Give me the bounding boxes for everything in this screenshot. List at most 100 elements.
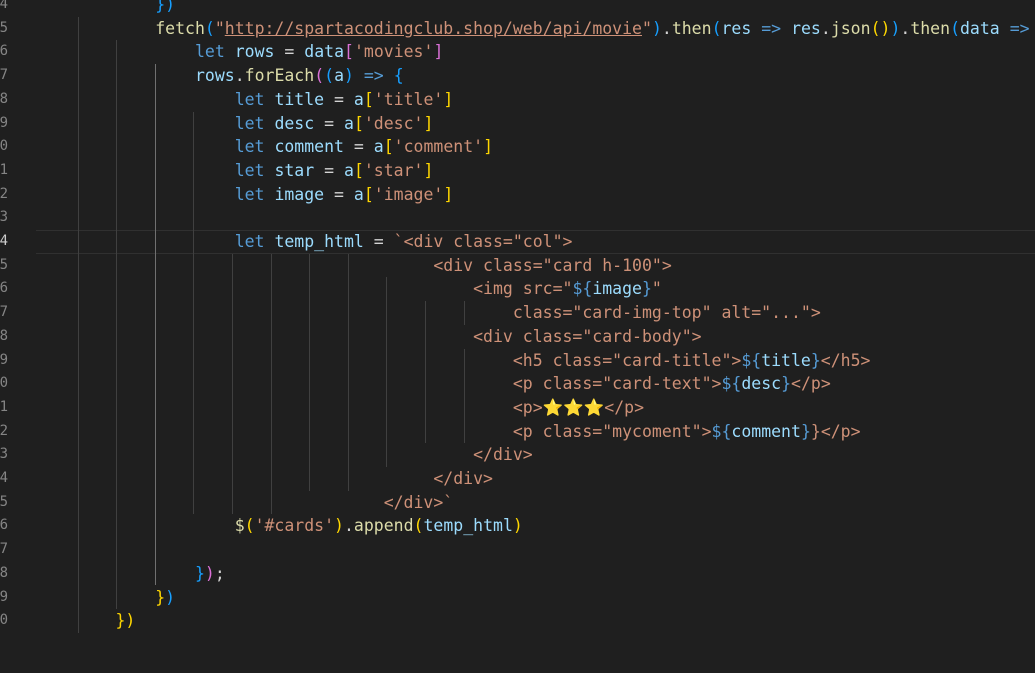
code-text: <div class="card h-100"> — [36, 254, 671, 278]
code-line[interactable]: 8 }); — [0, 562, 1035, 586]
code-token: [ — [383, 137, 394, 157]
code-token: 'title' — [373, 89, 444, 109]
code-text: }) — [36, 609, 135, 633]
code-token: desc — [274, 113, 315, 133]
code-token: let — [234, 137, 265, 157]
code-token: </p> — [820, 421, 861, 441]
code-text: <p>⭐⭐⭐</p> — [36, 396, 644, 420]
code-line[interactable]: 4 </div> — [0, 467, 1035, 491]
code-token: star — [274, 160, 315, 180]
code-token: 'star' — [363, 160, 424, 180]
code-token: forEach — [244, 66, 315, 86]
code-line[interactable]: 7 rows.forEach((a) => { — [0, 64, 1035, 88]
code-line[interactable]: 2 let image = a['image'] — [0, 183, 1035, 207]
code-line[interactable]: 9 let desc = a['desc'] — [0, 112, 1035, 136]
code-token: ) — [344, 66, 354, 86]
code-line[interactable]: 8 <div class="card-body"> — [0, 325, 1035, 349]
code-token: " — [214, 18, 225, 38]
code-token: http://spartacodingclub.shop/web/api/mov… — [224, 18, 642, 38]
code-token: ( — [711, 18, 722, 38]
code-line[interactable]: 0 let comment = a['comment'] — [0, 135, 1035, 159]
code-token: a — [344, 113, 354, 133]
code-line[interactable]: 5 fetch("http://spartacodingclub.shop/we… — [0, 17, 1035, 41]
code-line[interactable]: 6 $('#cards').append(temp_html) — [0, 514, 1035, 538]
code-text: let title = a['title'] — [36, 88, 454, 112]
code-token: then — [910, 18, 951, 38]
code-line[interactable]: 7 class="card-img-top" alt="..."> — [0, 301, 1035, 325]
code-line[interactable]: 0 }) — [0, 609, 1035, 633]
code-line[interactable]: 7 — [0, 538, 1035, 562]
code-line[interactable]: 4 }) — [0, 0, 1035, 17]
code-token: ) — [651, 18, 662, 38]
code-token: let — [234, 89, 265, 109]
code-token: append — [353, 516, 414, 536]
code-token: { — [393, 66, 404, 86]
code-line[interactable]: 9 <h5 class="card-title">${title}</h5> — [0, 349, 1035, 373]
code-line[interactable]: 9 }) — [0, 586, 1035, 610]
code-text: <img src="${image}" — [36, 277, 662, 301]
code-text: let desc = a['desc'] — [36, 112, 434, 136]
code-line[interactable]: 3 — [0, 206, 1035, 230]
code-text: let rows = data['movies'] — [36, 40, 443, 64]
code-token: ; — [214, 563, 225, 583]
code-line[interactable]: 5 <div class="card h-100"> — [0, 254, 1035, 278]
code-token: temp_html — [423, 516, 513, 536]
code-line[interactable]: 6 let rows = data['movies'] — [0, 40, 1035, 64]
line-number: 2 — [0, 185, 8, 202]
code-token: let — [234, 184, 265, 204]
code-line[interactable]: 5 </div>` — [0, 491, 1035, 515]
code-line[interactable]: 8 let title = a['title'] — [0, 88, 1035, 112]
code-line[interactable]: 4 let temp_html = `<div class="col"> — [0, 230, 1035, 254]
code-token: title — [274, 89, 325, 109]
line-number: 6 — [0, 43, 8, 60]
line-number: 0 — [0, 612, 8, 629]
code-text: class="card-img-top" alt="..."> — [36, 301, 821, 325]
code-token: } — [810, 421, 821, 441]
code-token: title — [761, 350, 811, 370]
code-line[interactable]: 6 <img src="${image}" — [0, 277, 1035, 301]
code-text: <h5 class="card-title">${title}</h5> — [36, 349, 871, 373]
code-token: </p> — [791, 374, 831, 394]
code-token: [ — [353, 160, 364, 180]
code-text: </div>` — [36, 491, 454, 515]
code-token: => — [761, 18, 782, 38]
code-token: [ — [353, 113, 364, 133]
code-token: a — [334, 66, 344, 86]
code-token: 'movies' — [353, 42, 434, 62]
line-number: 1 — [0, 398, 8, 415]
code-token: [ — [363, 184, 374, 204]
line-number: 5 — [0, 493, 8, 510]
code-area[interactable]: 4 }) 5 fetch("http://spartacodingclub.sho… — [0, 0, 1035, 673]
code-token: ] — [423, 160, 434, 180]
code-token: } — [810, 350, 821, 370]
code-token: </div> — [473, 445, 533, 465]
code-line[interactable]: 2 <p class="mycoment">${comment}}</p> — [0, 420, 1035, 444]
code-token: temp_html — [274, 232, 364, 251]
code-editor[interactable]: 4 }) 5 fetch("http://spartacodingclub.sho… — [0, 0, 1035, 673]
code-token: ) — [890, 18, 901, 38]
code-token: let — [234, 160, 265, 180]
code-token: 'image' — [373, 184, 444, 204]
code-token: ${ — [741, 350, 762, 370]
code-line[interactable]: 1 <p>⭐⭐⭐</p> — [0, 396, 1035, 420]
code-token: a — [344, 160, 354, 180]
line-number: 1 — [0, 161, 8, 178]
code-line[interactable]: 3 </div> — [0, 443, 1035, 467]
code-text: <p class="mycoment">${comment}}</p> — [36, 420, 861, 444]
code-line[interactable]: 0 <p class="card-text">${desc}</p> — [0, 372, 1035, 396]
code-token: ⭐⭐⭐ — [542, 397, 605, 417]
code-token: comment — [274, 137, 344, 157]
code-text: rows.forEach((a) => { — [36, 64, 404, 88]
code-line[interactable]: 1 let star = a['star'] — [0, 159, 1035, 183]
code-text: $('#cards').append(temp_html) — [36, 514, 523, 538]
